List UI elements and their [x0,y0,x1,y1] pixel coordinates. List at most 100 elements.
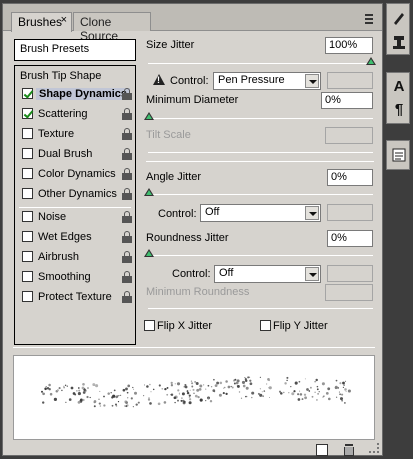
lock-icon[interactable] [122,271,132,283]
panel-menu-icon[interactable] [362,12,376,26]
angle-jitter-field[interactable]: 0% [327,169,373,186]
stroke-dot [149,402,152,405]
chevron-down-icon[interactable] [305,74,319,88]
lock-icon[interactable] [122,108,132,120]
protect-texture-checkbox[interactable] [22,291,33,302]
roundness-jitter-thumb[interactable] [144,249,154,257]
shape-dynamics-checkbox[interactable] [22,88,33,99]
angle-control-extra-field [327,204,373,221]
min-diameter-field[interactable]: 0% [321,92,373,109]
option-dual-brush[interactable]: Dual Brush [20,146,134,163]
angle-control-select[interactable]: Off [200,204,321,222]
brush-panel-icon[interactable] [391,10,407,26]
lock-icon[interactable] [122,188,132,200]
stroke-dot [238,391,241,393]
tab-brushes[interactable]: Brushes × [11,12,72,32]
stroke-dot [45,386,47,388]
lock-icon[interactable] [122,148,132,160]
stroke-dot [170,381,173,385]
option-wet-edges[interactable]: Wet Edges [20,229,134,246]
stroke-dot [134,391,137,395]
stroke-dot [110,391,112,394]
stroke-dot [48,388,51,391]
clone-source-icon[interactable] [391,34,407,50]
close-icon[interactable]: × [61,14,67,26]
stroke-dot [77,401,81,404]
size-control-select[interactable]: Pen Pressure [213,72,321,90]
character-icon[interactable]: A [391,79,407,95]
paragraph-icon[interactable]: ¶ [391,102,407,118]
brush-presets-label: Brush Presets [20,43,90,55]
airbrush-checkbox[interactable] [22,251,33,262]
dual-brush-checkbox[interactable] [22,148,33,159]
option-airbrush[interactable]: Airbrush [20,249,134,266]
roundness-jitter-field[interactable]: 0% [327,230,373,247]
option-noise[interactable]: Noise [20,209,134,226]
min-diameter-thumb[interactable] [144,112,154,120]
option-smoothing[interactable]: Smoothing [20,269,134,286]
stroke-dot [347,389,351,393]
option-protect-texture[interactable]: Protect Texture [20,289,134,306]
lock-icon[interactable] [122,291,132,303]
stroke-dot [111,404,114,407]
stroke-dot [314,381,316,383]
brush-presets-button[interactable]: Brush Presets [14,39,136,61]
notes-icon[interactable] [391,147,407,163]
flip-x-checkbox[interactable] [144,320,155,331]
min-roundness-field [325,284,373,301]
option-color-dynamics[interactable]: Color Dynamics [20,166,134,183]
size-jitter-field[interactable]: 100% [325,37,373,54]
stroke-dot [188,401,192,405]
resize-grip[interactable] [369,443,379,453]
option-shape-dynamics[interactable]: Shape Dynamics [20,86,134,103]
trash-icon[interactable] [343,444,355,456]
stroke-dot [314,391,316,393]
size-jitter-thumb[interactable] [366,57,376,65]
lock-icon[interactable] [122,128,132,140]
option-other-dynamics[interactable]: Other Dynamics [20,186,134,203]
stroke-dot [124,405,126,407]
flip-y-checkbox[interactable] [260,320,271,331]
lock-icon[interactable] [122,251,132,263]
color-dynamics-checkbox[interactable] [22,168,33,179]
size-jitter-slider[interactable] [148,63,373,64]
stroke-dot [135,403,138,406]
roundness-jitter-slider[interactable] [148,255,373,256]
stroke-dot [321,382,325,386]
scattering-checkbox[interactable] [22,108,33,119]
other-dynamics-checkbox[interactable] [22,188,33,199]
stroke-dot [186,390,189,393]
tab-clone-source[interactable]: Clone Source [73,12,151,43]
option-texture[interactable]: Texture [20,126,134,143]
lock-icon[interactable] [122,88,132,100]
lock-icon[interactable] [122,211,132,223]
new-preset-icon[interactable] [316,444,328,456]
smoothing-checkbox[interactable] [22,271,33,282]
stroke-dot [263,390,266,392]
stroke-dot [130,397,133,400]
angle-jitter-slider[interactable] [148,194,373,195]
stroke-dot [294,381,298,385]
option-scattering[interactable]: Scattering [20,106,134,123]
smoothing-label: Smoothing [38,271,91,283]
roundness-control-select[interactable]: Off [214,265,321,283]
texture-checkbox[interactable] [22,128,33,139]
stroke-dot [115,405,118,407]
lock-icon[interactable] [122,231,132,243]
stroke-dot [207,384,210,387]
stroke-dot [86,395,89,399]
stroke-dot [194,394,198,398]
chevron-down-icon[interactable] [305,206,319,220]
wet-edges-checkbox[interactable] [22,231,33,242]
lock-icon[interactable] [122,168,132,180]
min-diameter-slider[interactable] [148,118,373,119]
chevron-down-icon[interactable] [305,267,319,281]
stroke-dot [343,384,345,386]
angle-jitter-thumb[interactable] [144,188,154,196]
brush-tip-shape-item[interactable]: Brush Tip Shape [20,70,101,82]
stroke-dot [334,386,338,390]
min-roundness-label: Minimum Roundness [146,286,250,298]
divider [146,161,374,162]
stroke-dot [205,400,207,402]
noise-checkbox[interactable] [22,211,33,222]
